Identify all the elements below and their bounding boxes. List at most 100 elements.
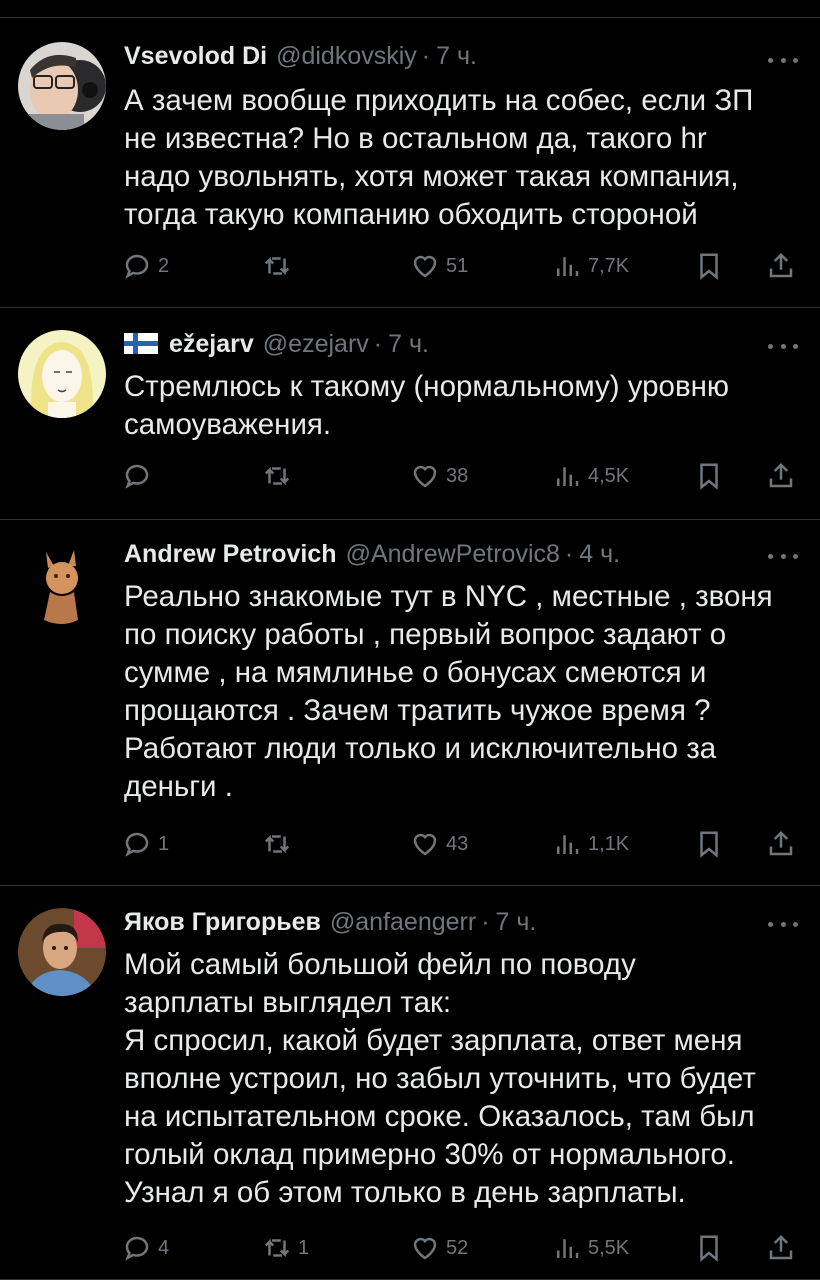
- action-bar: 38 4,5K: [0, 460, 820, 492]
- reply-button[interactable]: 1: [122, 828, 169, 860]
- reply-count: 4: [158, 1236, 170, 1259]
- reply-icon: [125, 1236, 149, 1261]
- share-button[interactable]: [766, 828, 796, 860]
- heart-icon: [413, 1237, 437, 1260]
- author-name[interactable]: Vsevolod Di: [124, 42, 267, 71]
- views-icon: [557, 467, 579, 486]
- tweet[interactable]: Vsevolod Di @didkovskiy · 7 ч. А зачем в…: [0, 18, 820, 308]
- more-icon[interactable]: [768, 50, 798, 70]
- timestamp[interactable]: 4 ч.: [579, 540, 620, 569]
- timestamp[interactable]: 7 ч.: [436, 42, 477, 71]
- bookmark-button[interactable]: [694, 828, 724, 860]
- views-icon: [557, 1239, 579, 1258]
- share-button[interactable]: [766, 250, 796, 282]
- author-handle[interactable]: @didkovskiy: [276, 42, 417, 71]
- reply-button[interactable]: 4: [122, 1232, 169, 1264]
- share-icon: [769, 1234, 793, 1260]
- heart-icon: [413, 255, 437, 278]
- reply-count: 2: [158, 254, 170, 277]
- avatar[interactable]: [18, 330, 106, 418]
- more-icon[interactable]: [768, 336, 798, 356]
- avatar[interactable]: [18, 908, 106, 996]
- retweet-count: 1: [298, 1236, 310, 1259]
- tweet-header: Яков Григорьев @anfaengerr · 7 ч.: [124, 908, 536, 938]
- share-icon: [769, 830, 793, 856]
- author-handle[interactable]: @ezejarv: [263, 330, 369, 359]
- reply-icon: [125, 832, 149, 857]
- bookmark-button[interactable]: [694, 1232, 724, 1264]
- views-icon: [557, 835, 579, 854]
- reply-button[interactable]: [122, 460, 158, 492]
- separator-dot: ·: [481, 908, 490, 936]
- like-button[interactable]: 51: [410, 250, 468, 282]
- reply-icon: [125, 254, 149, 279]
- share-icon: [769, 252, 793, 278]
- retweet-button[interactable]: [262, 828, 298, 860]
- reply-icon: [125, 464, 149, 489]
- reply-count: 1: [158, 832, 170, 855]
- tweet-text: А зачем вообще приходить на собес, если …: [124, 84, 754, 231]
- bookmark-button[interactable]: [694, 460, 724, 492]
- like-button[interactable]: 43: [410, 828, 468, 860]
- retweet-icon: [264, 466, 290, 486]
- more-icon[interactable]: [768, 546, 798, 566]
- action-bar: 1 43 1,1K: [0, 828, 820, 860]
- author-handle[interactable]: @anfaengerr: [330, 908, 476, 937]
- separator-dot: ·: [373, 330, 383, 358]
- share-button[interactable]: [766, 460, 796, 492]
- author-handle[interactable]: @AndrewPetrovic8: [346, 540, 560, 569]
- share-icon: [769, 462, 793, 488]
- like-count: 43: [446, 832, 469, 855]
- tweet-header: ežejarv @ezejarv · 7 ч.: [124, 330, 429, 360]
- views-button[interactable]: 4,5K: [552, 460, 629, 492]
- timestamp[interactable]: 7 ч.: [388, 330, 429, 359]
- avatar[interactable]: [18, 42, 106, 130]
- retweet-icon: [264, 1238, 290, 1258]
- share-button[interactable]: [766, 1232, 796, 1264]
- bookmark-icon: [700, 463, 718, 490]
- like-count: 52: [446, 1236, 469, 1259]
- tweet-text: Мой самый большой фейл по поводу зарплат…: [124, 948, 756, 1209]
- bookmark-button[interactable]: [694, 250, 724, 282]
- reply-button[interactable]: 2: [122, 250, 169, 282]
- action-bar: 2 51 7,7K: [0, 250, 820, 282]
- like-button[interactable]: 52: [410, 1232, 468, 1264]
- author-name[interactable]: Яков Григорьев: [124, 908, 321, 937]
- views-count: 4,5K: [588, 464, 630, 487]
- tweet[interactable]: Andrew Petrovich @AndrewPetrovic8 · 4 ч.…: [0, 520, 820, 886]
- retweet-button[interactable]: 1: [262, 1232, 309, 1264]
- tweet-header: Andrew Petrovich @AndrewPetrovic8 · 4 ч.: [124, 540, 620, 570]
- like-count: 38: [446, 464, 469, 487]
- separator-dot: ·: [564, 540, 574, 568]
- views-button[interactable]: 1,1K: [552, 828, 629, 860]
- like-button[interactable]: 38: [410, 460, 468, 492]
- views-button[interactable]: 5,5K: [552, 1232, 629, 1264]
- retweet-icon: [264, 834, 290, 854]
- tweet-header: Vsevolod Di @didkovskiy · 7 ч.: [124, 42, 477, 72]
- bookmark-icon: [700, 253, 718, 280]
- tweet[interactable]: Яков Григорьев @anfaengerr · 7 ч. Мой са…: [0, 886, 820, 1280]
- bookmark-icon: [700, 1235, 718, 1262]
- tweet-text: Реально знакомые тут в NYC , местные , з…: [124, 580, 773, 803]
- bookmark-icon: [700, 831, 718, 858]
- heart-icon: [413, 833, 437, 856]
- timestamp[interactable]: 7 ч.: [496, 908, 537, 937]
- retweet-button[interactable]: [262, 250, 298, 282]
- views-count: 7,7K: [588, 254, 630, 277]
- separator-dot: ·: [421, 42, 431, 70]
- avatar[interactable]: [18, 540, 106, 628]
- more-icon[interactable]: [768, 914, 798, 934]
- views-count: 1,1K: [588, 832, 630, 855]
- like-count: 51: [446, 254, 469, 277]
- views-button[interactable]: 7,7K: [552, 250, 629, 282]
- retweet-icon: [264, 256, 290, 276]
- author-name[interactable]: ežejarv: [169, 330, 254, 359]
- views-count: 5,5K: [588, 1236, 630, 1259]
- tweet[interactable]: ežejarv @ezejarv · 7 ч. Стремлюсь к тако…: [0, 308, 820, 520]
- author-name[interactable]: Andrew Petrovich: [124, 540, 337, 569]
- views-icon: [557, 257, 579, 276]
- heart-icon: [413, 465, 437, 488]
- retweet-button[interactable]: [262, 460, 298, 492]
- tweet-text: Стремлюсь к такому (нормальному) уровню …: [124, 370, 730, 441]
- finland-flag-icon: [124, 333, 158, 354]
